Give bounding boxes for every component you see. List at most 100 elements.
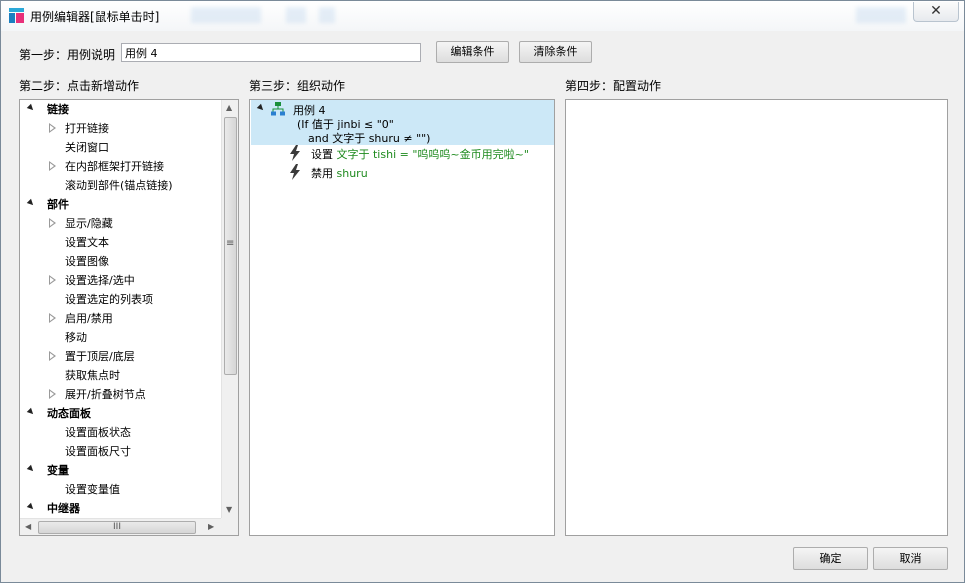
tree-category[interactable]: 部件 — [21, 195, 219, 214]
action-1-verb: 设置 — [311, 148, 333, 161]
tree-category-label: 部件 — [47, 198, 69, 211]
tree-item-label: 设置文本 — [65, 236, 109, 249]
vscroll-grip-icon: ≡ — [226, 238, 235, 249]
title-bar[interactable]: 用例编辑器[鼠标单击时] ✕ — [1, 1, 964, 31]
tree-vertical-scrollbar[interactable]: ▲ ≡ ▼ — [221, 100, 238, 518]
edit-condition-button[interactable]: 编辑条件 — [436, 41, 509, 63]
cancel-button[interactable]: 取消 — [873, 547, 948, 570]
lightning-icon — [290, 145, 300, 161]
tree-category-label: 链接 — [47, 103, 69, 116]
title-blur-4 — [856, 7, 906, 23]
tree-action-item[interactable]: 移动 — [21, 328, 219, 347]
tree-action-item[interactable]: 展开/折叠树节点 — [21, 385, 219, 404]
tree-action-item[interactable]: 显示/隐藏 — [21, 214, 219, 233]
ok-button[interactable]: 确定 — [793, 547, 868, 570]
tree-item-label: 置于顶层/底层 — [65, 350, 135, 363]
expand-icon-inner — [50, 391, 54, 397]
tree-action-item[interactable]: 设置变量值 — [21, 480, 219, 499]
expand-icon-inner — [50, 277, 54, 283]
tree-item-label: 滚动到部件(锚点链接) — [65, 179, 173, 192]
expand-icon-inner — [50, 125, 54, 131]
title-blur-2 — [286, 7, 306, 23]
tree-action-item[interactable]: 打开链接 — [21, 119, 219, 138]
tree-item-label: 设置选定的列表项 — [65, 293, 153, 306]
tree-action-item[interactable]: 关闭窗口 — [21, 138, 219, 157]
expand-icon[interactable] — [49, 313, 56, 323]
expand-icon[interactable] — [49, 351, 56, 361]
tree-action-item[interactable]: 设置选定的列表项 — [21, 290, 219, 309]
tree-action-item[interactable]: 获取焦点时 — [21, 366, 219, 385]
tree-category[interactable]: 动态面板 — [21, 404, 219, 423]
close-button[interactable]: ✕ — [913, 2, 959, 22]
tree-item-label: 在内部框架打开链接 — [65, 160, 164, 173]
tree-category[interactable]: 变量 — [21, 461, 219, 480]
tree-action-item[interactable]: 设置文本 — [21, 233, 219, 252]
action-row-1[interactable]: 设置 文字于 tishi = "呜呜呜~金币用完啦~" — [311, 146, 529, 162]
tree-item-label: 设置变量值 — [65, 483, 120, 496]
tree-item-label: 设置面板尺寸 — [65, 445, 131, 458]
tree-category[interactable]: 链接 — [21, 100, 219, 119]
collapse-icon[interactable] — [26, 198, 36, 208]
collapse-icon[interactable] — [26, 103, 36, 113]
expand-icon-inner — [50, 220, 54, 226]
scroll-corner — [221, 518, 238, 535]
configure-action-panel[interactable] — [565, 99, 948, 536]
step1-label: 第一步：用例说明 — [19, 48, 116, 62]
tree-category-label: 动态面板 — [47, 407, 91, 420]
scroll-left-icon[interactable]: ◀ — [25, 523, 31, 531]
step3-label: 第三步：组织动作 — [249, 79, 346, 93]
collapse-icon[interactable] — [26, 464, 36, 474]
tree-item-label: 设置选择/选中 — [65, 274, 135, 287]
expand-icon[interactable] — [49, 123, 56, 133]
tree-action-item[interactable]: 设置图像 — [21, 252, 219, 271]
tree-action-item[interactable]: 设置选择/选中 — [21, 271, 219, 290]
tree-category[interactable]: 中继器 — [21, 499, 219, 518]
close-icon: ✕ — [930, 3, 942, 19]
vertical-scroll-thumb[interactable]: ≡ — [224, 117, 237, 375]
tree-item-label: 设置图像 — [65, 255, 109, 268]
expand-icon-inner — [50, 315, 54, 321]
action-1-detail: 文字于 tishi = "呜呜呜~金币用完啦~" — [336, 148, 529, 161]
step2-label: 第二步：点击新增动作 — [19, 79, 140, 93]
tree-action-item[interactable]: 滚动到部件(锚点链接) — [21, 176, 219, 195]
expand-icon[interactable] — [49, 161, 56, 171]
collapse-icon[interactable] — [26, 502, 36, 512]
clear-condition-button[interactable]: 清除条件 — [519, 41, 592, 63]
action-row-2[interactable]: 禁用 shuru — [311, 165, 368, 181]
tree-action-item[interactable]: 启用/禁用 — [21, 309, 219, 328]
expand-icon[interactable] — [49, 275, 56, 285]
expand-icon[interactable] — [49, 218, 56, 228]
scroll-down-icon[interactable]: ▼ — [226, 506, 232, 514]
tree-action-item[interactable]: 在内部框架打开链接 — [21, 157, 219, 176]
tree-action-item[interactable]: 置于顶层/底层 — [21, 347, 219, 366]
tree-action-item[interactable]: 设置面板尺寸 — [21, 442, 219, 461]
tree-item-label: 打开链接 — [65, 122, 109, 135]
horizontal-scroll-thumb[interactable]: III — [38, 521, 196, 534]
scroll-up-icon[interactable]: ▲ — [226, 104, 232, 112]
window-title: 用例编辑器[鼠标单击时] — [30, 10, 160, 24]
lightning-icon — [290, 164, 300, 180]
expand-icon-inner — [50, 163, 54, 169]
collapse-icon[interactable] — [26, 407, 36, 417]
expand-icon[interactable] — [49, 389, 56, 399]
scroll-right-icon[interactable]: ▶ — [208, 523, 214, 531]
step4-label: 第四步：配置动作 — [565, 79, 662, 93]
case-description-input[interactable] — [121, 43, 421, 62]
tree-item-label: 关闭窗口 — [65, 141, 109, 154]
action-2-detail: shuru — [336, 167, 368, 180]
tree-item-label: 移动 — [65, 331, 87, 344]
tree-item-label: 展开/折叠树节点 — [65, 388, 146, 401]
title-blur-1 — [191, 7, 261, 23]
tree-horizontal-scrollbar[interactable]: ◀ III ▶ — [20, 518, 221, 535]
tree-action-item[interactable]: 设置面板状态 — [21, 423, 219, 442]
expand-icon-inner — [50, 353, 54, 359]
tree-category-label: 中继器 — [47, 502, 80, 515]
tree-item-label: 获取焦点时 — [65, 369, 120, 382]
action-2-verb: 禁用 — [311, 167, 333, 180]
hscroll-grip-icon: III — [113, 522, 121, 532]
case-tree-icon — [271, 102, 285, 116]
tree-category-label: 变量 — [47, 464, 69, 477]
tree-item-label: 设置面板状态 — [65, 426, 131, 439]
tree-item-label: 显示/隐藏 — [65, 217, 113, 230]
use-case-editor-window: 用例编辑器[鼠标单击时] ✕ 第一步：用例说明 编辑条件 清除条件 第二步：点击… — [0, 0, 965, 583]
